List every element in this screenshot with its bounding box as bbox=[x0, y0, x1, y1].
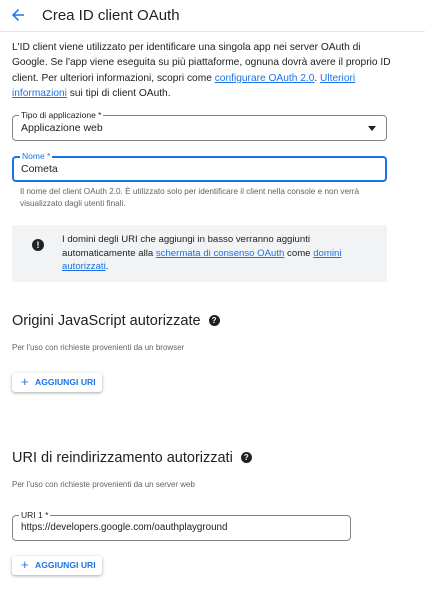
name-value[interactable]: Cometa bbox=[21, 163, 58, 175]
name-hint: Il nome del client OAuth 2.0. È utilizza… bbox=[20, 187, 360, 208]
consent-screen-link[interactable]: schermata di consenso OAuth bbox=[156, 248, 285, 259]
add-redirect-uri-button[interactable]: + AGGIUNGI URI bbox=[12, 556, 102, 575]
redirect-uri-label: URI 1 * bbox=[19, 510, 51, 520]
js-origins-subtitle: Per l'uso con richieste provenienti da u… bbox=[12, 343, 185, 352]
info-icon: ! bbox=[32, 239, 44, 251]
plus-icon: + bbox=[21, 374, 29, 389]
name-input[interactable]: Nome * Cometa bbox=[12, 151, 387, 182]
info-text-part: come bbox=[284, 247, 314, 259]
application-type-select[interactable]: Tipo di applicazione * Applicazione web bbox=[12, 110, 387, 141]
page-header: Crea ID client OAuth bbox=[0, 0, 425, 32]
application-type-label: Tipo di applicazione * bbox=[19, 110, 104, 120]
intro-text-part: sui tipi di client OAuth. bbox=[66, 88, 171, 100]
dropdown-caret-icon bbox=[368, 126, 376, 131]
js-origins-title-text: Origini JavaScript autorizzate bbox=[12, 313, 201, 329]
plus-icon: + bbox=[21, 557, 29, 572]
redirect-uri-input[interactable]: URI 1 * https://developers.google.com/oa… bbox=[12, 510, 351, 541]
add-js-origin-label: AGGIUNGI URI bbox=[35, 377, 96, 387]
redirect-uris-subtitle: Per l'uso con richieste provenienti da u… bbox=[12, 480, 195, 489]
arrow-back-icon[interactable] bbox=[9, 6, 27, 24]
info-text-part: . bbox=[105, 261, 109, 273]
application-type-value: Applicazione web bbox=[21, 122, 103, 134]
help-icon[interactable]: ? bbox=[208, 315, 220, 326]
intro-text: L'ID client viene utilizzato per identif… bbox=[12, 40, 392, 102]
redirect-uris-title-text: URI di reindirizzamento autorizzati bbox=[12, 450, 233, 466]
page-title: Crea ID client OAuth bbox=[42, 7, 180, 24]
info-box: ! I domini degli URI che aggiungi in bas… bbox=[12, 225, 387, 282]
help-icon[interactable]: ? bbox=[240, 452, 252, 463]
name-label: Nome * bbox=[20, 151, 53, 161]
configure-oauth-link[interactable]: configurare OAuth 2.0 bbox=[215, 73, 315, 84]
add-js-origin-button[interactable]: + AGGIUNGI URI bbox=[12, 373, 102, 392]
add-redirect-uri-label: AGGIUNGI URI bbox=[35, 560, 96, 570]
redirect-uri-value[interactable]: https://developers.google.com/oauthplayg… bbox=[21, 522, 227, 533]
js-origins-title: Origini JavaScript autorizzate? bbox=[12, 313, 220, 329]
info-text: I domini degli URI che aggiungi in basso… bbox=[62, 233, 367, 274]
redirect-uris-title: URI di reindirizzamento autorizzati? bbox=[12, 450, 252, 466]
